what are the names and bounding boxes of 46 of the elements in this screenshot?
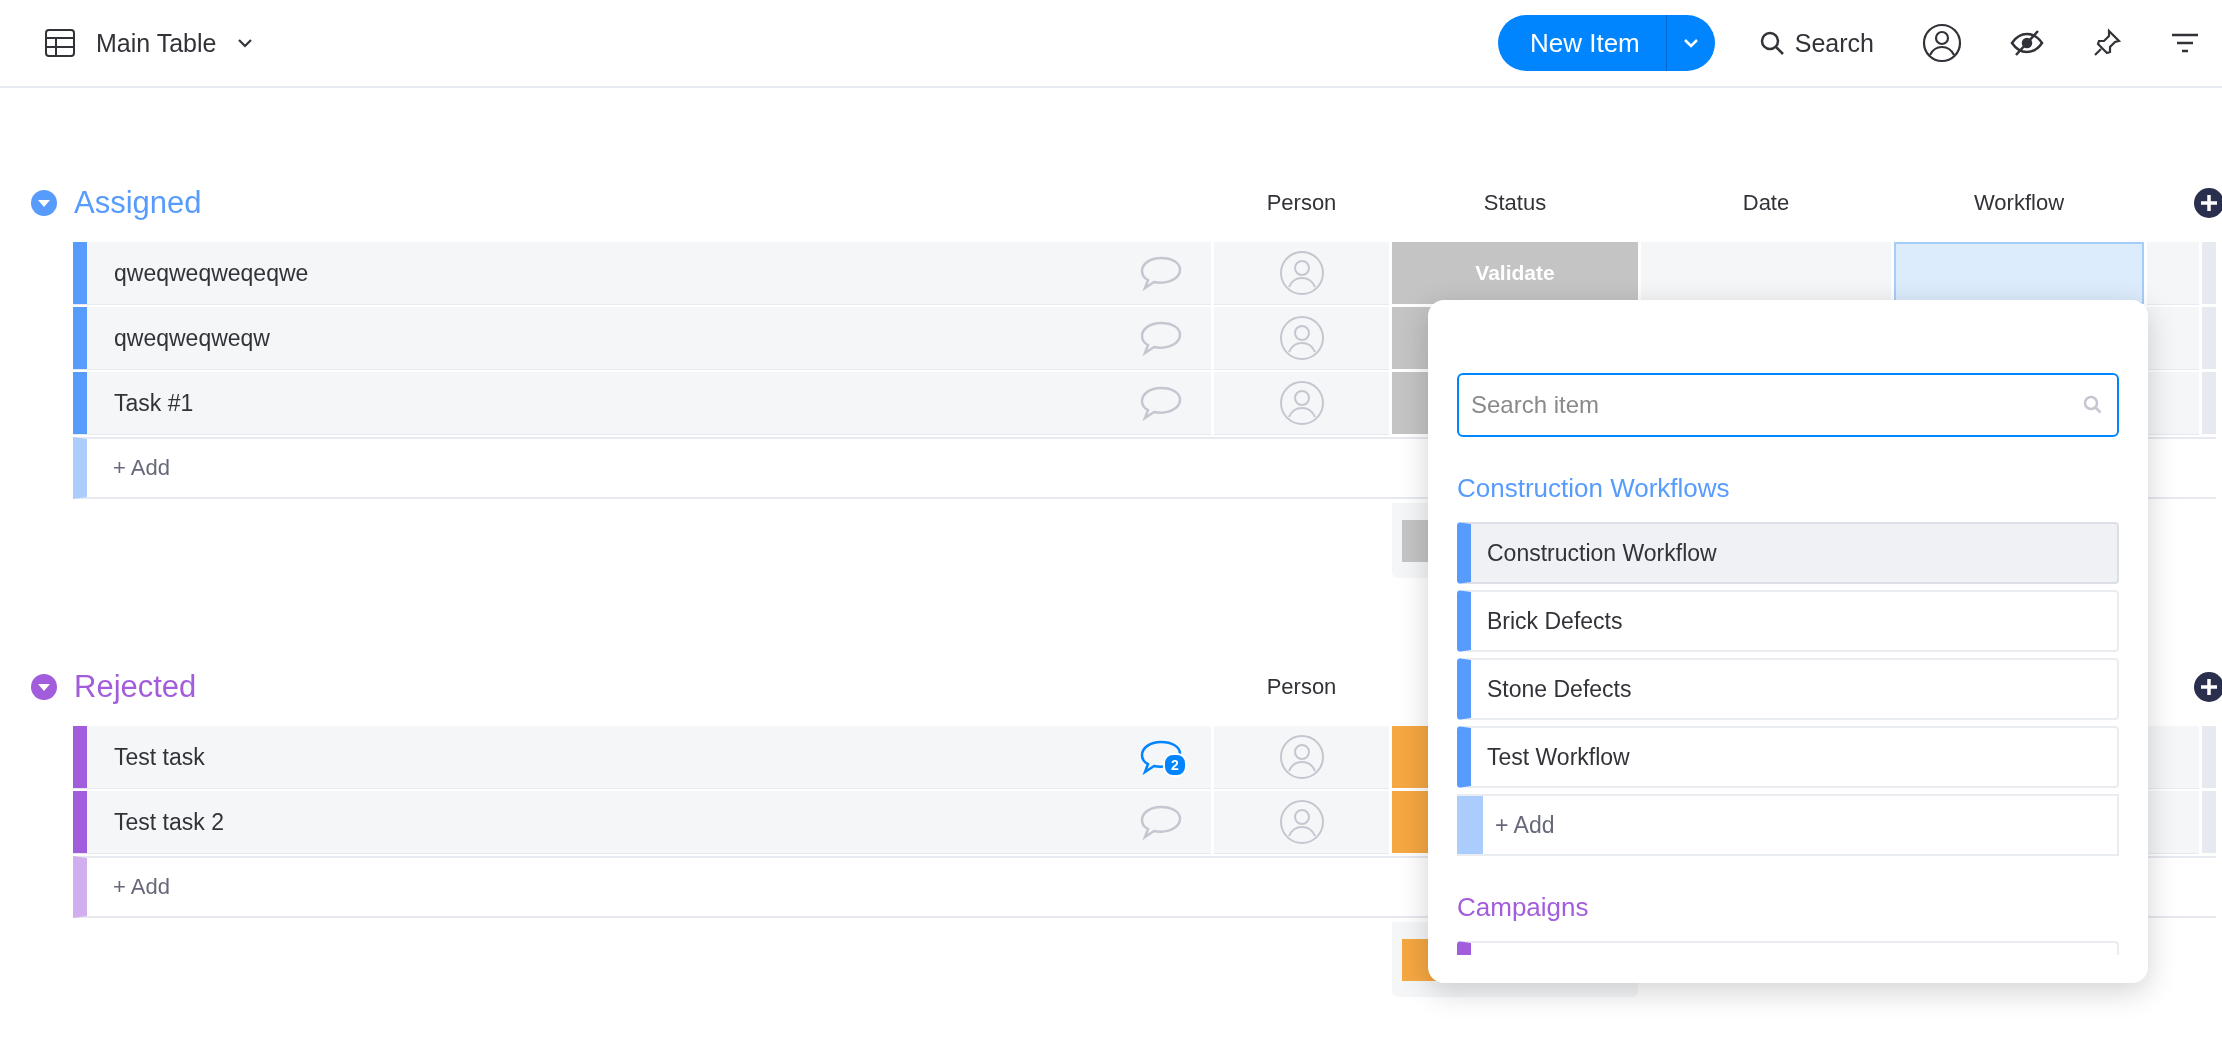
pin-icon[interactable] bbox=[2092, 28, 2122, 58]
chevron-down-icon[interactable] bbox=[236, 37, 255, 49]
search-icon bbox=[2083, 395, 2103, 415]
add-column-icon[interactable] bbox=[2193, 671, 2222, 703]
filter-icon[interactable] bbox=[2170, 31, 2200, 55]
row-end-strip bbox=[2202, 307, 2216, 369]
row-end-strip bbox=[2202, 372, 2216, 434]
column-header[interactable]: Date bbox=[1641, 190, 1891, 216]
caret-icon[interactable] bbox=[1681, 37, 1700, 49]
table-icon bbox=[44, 27, 76, 59]
table-cell bbox=[2147, 242, 2199, 304]
workflow-option[interactable]: Test Workflow bbox=[1457, 726, 2119, 788]
workflow-option[interactable]: Brick Defects bbox=[1457, 590, 2119, 652]
comment-icon[interactable] bbox=[1139, 385, 1183, 421]
add-option-row[interactable]: + Add bbox=[1457, 794, 2119, 856]
column-header[interactable]: Status bbox=[1392, 190, 1638, 216]
eye-slash-icon[interactable] bbox=[2010, 29, 2044, 57]
comment-icon[interactable] bbox=[1139, 320, 1183, 356]
column-header[interactable]: Person bbox=[1214, 674, 1389, 700]
row-end-strip bbox=[2202, 791, 2216, 853]
comment-icon[interactable] bbox=[1139, 804, 1183, 840]
comment-count: 2 bbox=[1163, 753, 1187, 777]
comment-icon[interactable] bbox=[1139, 255, 1183, 291]
item-name-cell[interactable]: Test task 2 bbox=[73, 791, 1211, 853]
add-column-icon[interactable] bbox=[2193, 187, 2222, 219]
new-item-button[interactable]: New Item bbox=[1497, 15, 1715, 71]
workflow-option[interactable] bbox=[1457, 941, 2119, 955]
workflow-option[interactable]: Construction Workflow bbox=[1457, 522, 2119, 584]
row-end-strip bbox=[2202, 726, 2216, 788]
column-header[interactable]: Person bbox=[1214, 190, 1389, 216]
group-title[interactable]: Rejected bbox=[74, 669, 197, 705]
workflow-option[interactable]: Stone Defects bbox=[1457, 658, 2119, 720]
column-header[interactable]: Workflow bbox=[1894, 190, 2144, 216]
search-button[interactable]: Search bbox=[1758, 28, 1874, 58]
board-view-title[interactable]: Main Table bbox=[96, 28, 217, 58]
search-field[interactable]: Search item bbox=[1457, 373, 2119, 437]
collapse-icon[interactable] bbox=[30, 189, 58, 217]
item-name-cell[interactable]: Task #1 bbox=[73, 372, 1211, 434]
item-name-cell[interactable]: Test task 2 bbox=[73, 726, 1211, 788]
item-name-cell[interactable]: qweqweqweqeqwe bbox=[73, 242, 1211, 304]
person-icon[interactable] bbox=[1922, 23, 1962, 63]
collapse-icon[interactable] bbox=[30, 673, 58, 701]
search-icon bbox=[1758, 30, 1785, 56]
row-end-strip bbox=[2202, 242, 2216, 304]
item-name-cell[interactable]: qweqweqweqw bbox=[73, 307, 1211, 369]
workflow-cell[interactable] bbox=[1894, 242, 2144, 304]
